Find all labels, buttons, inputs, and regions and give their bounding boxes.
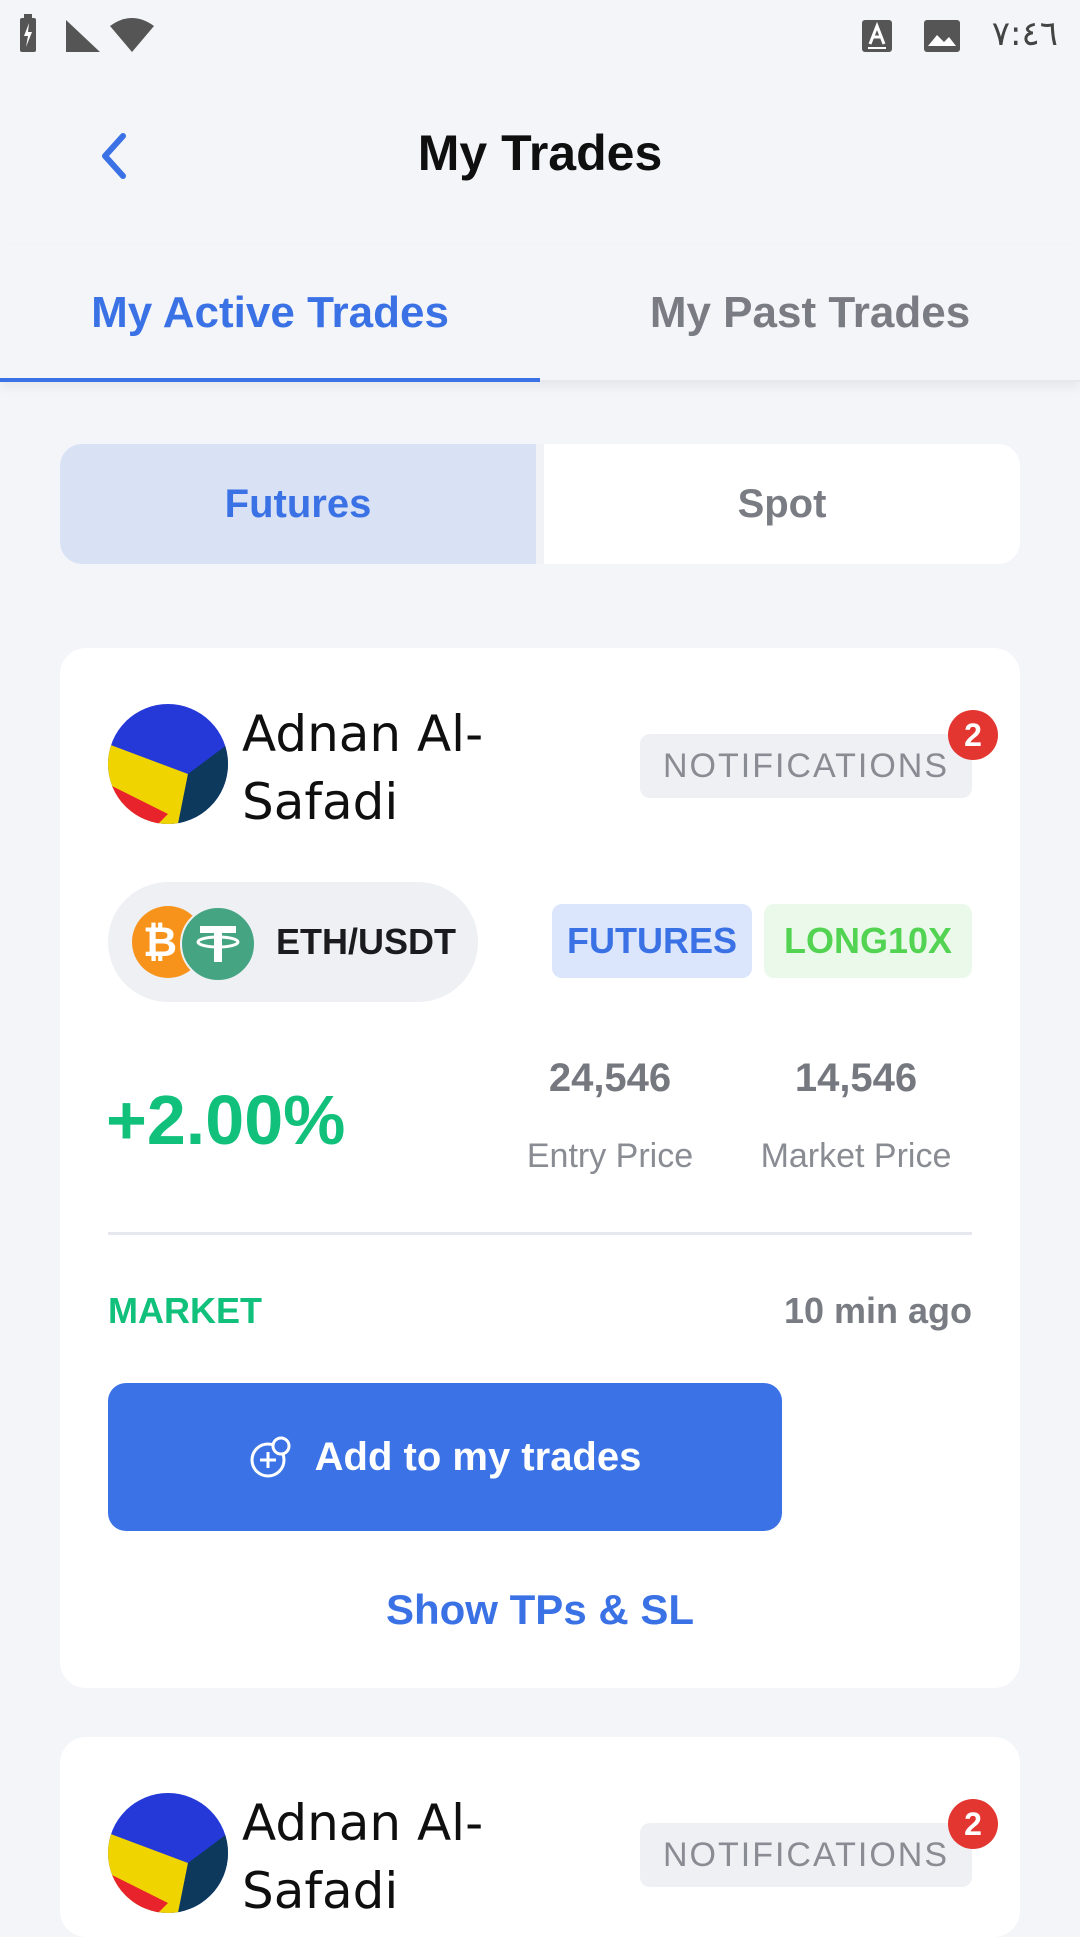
status-time: ٧:٤٦	[991, 14, 1058, 54]
entry-price-label: Entry Price	[526, 1137, 694, 1175]
add-coin-icon	[250, 1436, 291, 1478]
trading-pair-pill: ₿ ETH/USDT	[108, 882, 478, 1002]
trader-name[interactable]: Adnan Al-Safadi	[242, 1789, 532, 1925]
market-price-label: Market Price	[760, 1137, 952, 1175]
market-price-stat: 14,546 Market Price	[746, 1056, 966, 1176]
notifications-button[interactable]: NOTIFICATIONS	[640, 734, 972, 798]
divider	[108, 1232, 972, 1235]
segment-spot[interactable]: Spot	[544, 444, 1020, 564]
market-type-tag: FUTURES	[552, 904, 752, 978]
market-price-value: 14,546	[794, 1056, 918, 1100]
trade-card: Adnan Al-Safadi NOTIFICATIONS 2	[60, 1737, 1020, 1937]
show-tps-sl-link[interactable]: Show TPs & SL	[60, 1586, 1020, 1634]
battery-charging-icon	[20, 14, 36, 52]
entry-price-stat: 24,546 Entry Price	[500, 1056, 720, 1176]
trade-card: Adnan Al-Safadi NOTIFICATIONS 2 ₿ ETH/US…	[60, 648, 1020, 1688]
header: My Trades	[0, 70, 1080, 240]
pair-label: ETH/USDT	[276, 921, 456, 962]
tether-icon	[180, 906, 256, 982]
svg-text:₿: ₿	[143, 917, 177, 966]
segment-futures[interactable]: Futures	[60, 444, 544, 564]
trader-name[interactable]: Adnan Al-Safadi	[242, 700, 532, 836]
pnl-value: +2.00%	[106, 1081, 346, 1159]
add-button-label: Add to my trades	[314, 1434, 642, 1479]
main-tabs: My Active Trades My Past Trades	[0, 245, 1080, 382]
wifi-icon	[110, 18, 154, 52]
time-ago: 10 min ago	[783, 1290, 972, 1331]
order-type: MARKET	[108, 1290, 262, 1331]
avatar	[108, 1793, 228, 1913]
tab-my-active-trades[interactable]: My Active Trades	[0, 245, 540, 382]
notifications-count-badge: 2	[948, 1799, 998, 1849]
direction-tag: LONG10X	[764, 904, 972, 978]
cellular-signal-icon	[66, 20, 100, 52]
market-type-switch: Futures Spot	[60, 444, 1020, 564]
tab-my-past-trades[interactable]: My Past Trades	[540, 245, 1080, 380]
notifications-count-badge: 2	[948, 710, 998, 760]
status-bar: ٧:٤٦	[0, 0, 1080, 70]
notifications-button[interactable]: NOTIFICATIONS	[640, 1823, 972, 1887]
avatar	[108, 704, 228, 824]
entry-price-value: 24,546	[548, 1056, 672, 1100]
page-title: My Trades	[417, 125, 663, 181]
keyboard-a-icon	[862, 20, 892, 52]
image-icon	[924, 20, 960, 52]
add-to-my-trades-button[interactable]: Add to my trades	[108, 1383, 782, 1531]
